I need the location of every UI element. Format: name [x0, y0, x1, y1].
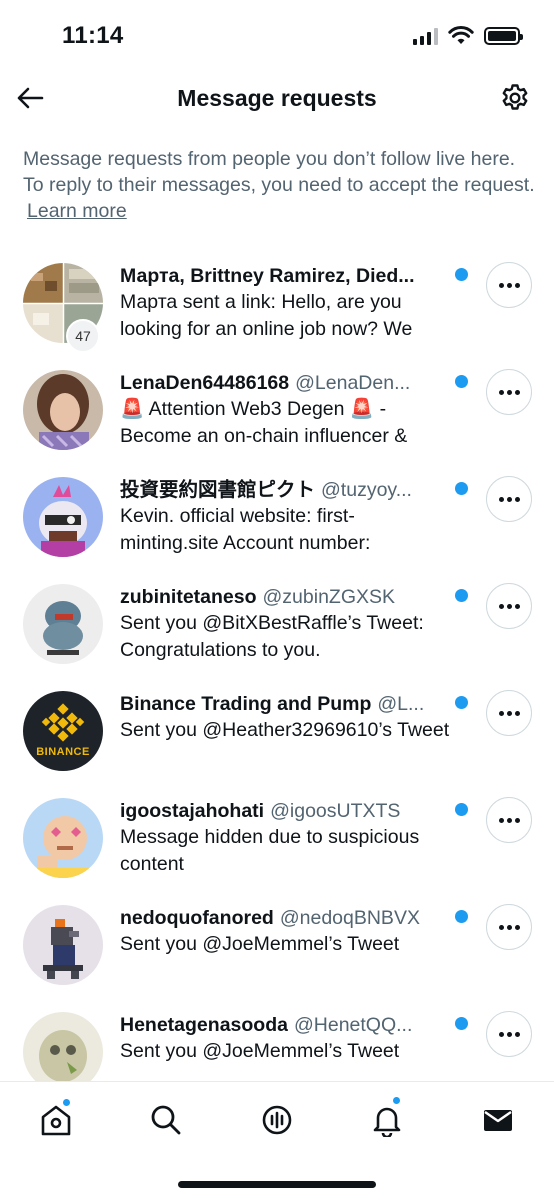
participant-count-badge: 47 [66, 319, 100, 353]
gear-icon [502, 84, 528, 110]
search-icon [151, 1105, 181, 1135]
spaces-icon [262, 1105, 292, 1135]
home-indicator [178, 1181, 376, 1188]
message-preview: Sent you @JoeMemmel’s Tweet [120, 1040, 400, 1062]
sender-handle: @LenaDen... [295, 372, 411, 394]
avatar [23, 905, 103, 985]
request-content: zubinitetaneso @zubinZGXSK Sent you @Bit… [120, 584, 450, 664]
message-preview: Sent you @BitXBestRaffle’s Tweet: Congra… [120, 612, 424, 661]
request-content: igoostajahohati @igoosUTXTS Message hidd… [120, 798, 450, 878]
avatar [23, 1012, 103, 1092]
message-preview: Kevin. official website: first-minting.s… [120, 505, 371, 554]
unread-dot [455, 268, 468, 281]
avatar [23, 370, 103, 450]
request-row[interactable]: LenaDen64486168 @LenaDen... 🚨 Attention … [0, 360, 554, 467]
home-notification-dot [62, 1098, 71, 1107]
more-options-button[interactable] [486, 476, 532, 522]
sender-handle: @nedoqBNBVX [279, 907, 420, 929]
sender-name: 投資要約図書館ピクト [120, 479, 316, 501]
sender-handle: @zubinZGXSK [262, 586, 396, 608]
message-requests-list: 47 Марта, Brittney Ramirez, Died... Март… [0, 253, 554, 1109]
intro-text: Message requests from people you don’t f… [23, 146, 535, 224]
request-row[interactable]: BINANCE Binance Trading and Pump @L... S… [0, 681, 554, 788]
battery-icon [484, 27, 523, 45]
request-content: Henetagenasooda @HenetQQ... Sent you @Jo… [120, 1012, 450, 1065]
unread-dot [455, 910, 468, 923]
intro-description: Message requests from people you don’t f… [23, 148, 535, 196]
request-content: LenaDen64486168 @LenaDen... 🚨 Attention … [120, 370, 450, 450]
sender-name: LenaDen64486168 [120, 372, 290, 394]
request-row[interactable]: 投資要約図書館ピクト @tuzyoy... Kevin. official we… [0, 467, 554, 574]
more-options-button[interactable] [486, 904, 532, 950]
page-title: Message requests [177, 85, 377, 111]
binance-logo-text: BINANCE [36, 746, 90, 758]
envelope-icon [484, 1110, 512, 1131]
notifications-dot [392, 1096, 401, 1105]
tab-search[interactable] [146, 1100, 186, 1140]
sender-handle: @tuzyoy... [321, 479, 412, 501]
unread-dot [455, 375, 468, 388]
tab-notifications[interactable] [367, 1096, 407, 1140]
request-row[interactable]: zubinitetaneso @zubinZGXSK Sent you @Bit… [0, 574, 554, 681]
settings-button[interactable] [498, 81, 532, 115]
more-options-button[interactable] [486, 797, 532, 843]
learn-more-link[interactable]: Learn more [27, 200, 127, 222]
home-icon [41, 1105, 71, 1136]
message-preview: Sent you @JoeMemmel’s Tweet [120, 933, 400, 955]
tab-spaces[interactable] [257, 1100, 297, 1140]
request-row[interactable]: igoostajahohati @igoosUTXTS Message hidd… [0, 788, 554, 895]
more-options-button[interactable] [486, 690, 532, 736]
more-options-button[interactable] [486, 583, 532, 629]
sender-name: nedoquofanored [120, 907, 274, 929]
unread-dot [455, 696, 468, 709]
unread-dot [455, 589, 468, 602]
sender-name: Марта, Brittney Ramirez, Died... [120, 265, 415, 287]
tab-home[interactable] [36, 1098, 76, 1140]
more-options-button[interactable] [486, 262, 532, 308]
request-content: nedoquofanored @nedoqBNBVX Sent you @Joe… [120, 905, 450, 958]
sender-handle: @igoosUTXTS [270, 800, 401, 822]
unread-dot [455, 482, 468, 495]
more-options-button[interactable] [486, 369, 532, 415]
sender-name: igoostajahohati [120, 800, 265, 822]
sender-handle: @HenetQQ... [293, 1014, 413, 1036]
sender-name: Henetagenasooda [120, 1014, 288, 1036]
status-time: 11:14 [62, 22, 124, 49]
avatar [23, 798, 103, 878]
sender-name: zubinitetaneso [120, 586, 257, 608]
sender-handle: @L... [377, 693, 425, 715]
request-row[interactable]: 47 Марта, Brittney Ramirez, Died... Март… [0, 253, 554, 360]
request-content: Марта, Brittney Ramirez, Died... Марта s… [120, 263, 450, 343]
message-preview: Sent you @Heather32969610’s Tweet [120, 719, 450, 741]
sender-name: Binance Trading and Pump [120, 693, 372, 715]
tab-messages[interactable] [478, 1100, 518, 1140]
wifi-icon [448, 26, 474, 44]
unread-dot [455, 803, 468, 816]
request-content: Binance Trading and Pump @L... Sent you … [120, 691, 450, 744]
message-preview: Марта sent a link: Hello, are you lookin… [120, 291, 413, 340]
header: Message requests [0, 72, 554, 126]
cellular-signal-icon [413, 27, 438, 45]
avatar [23, 477, 103, 557]
binance-avatar [23, 691, 103, 771]
request-row[interactable]: nedoquofanored @nedoqBNBVX Sent you @Joe… [0, 895, 554, 1002]
unread-dot [455, 1017, 468, 1030]
message-preview: Message hidden due to suspicious content [120, 826, 420, 875]
message-preview: 🚨 Attention Web3 Degen 🚨 - Become an on-… [120, 398, 408, 447]
status-icons [413, 26, 523, 46]
request-content: 投資要約図書館ピクト @tuzyoy... Kevin. official we… [120, 477, 450, 557]
more-options-button[interactable] [486, 1011, 532, 1057]
bell-icon [373, 1107, 401, 1137]
avatar [23, 584, 103, 664]
status-bar: 11:14 [0, 0, 554, 72]
